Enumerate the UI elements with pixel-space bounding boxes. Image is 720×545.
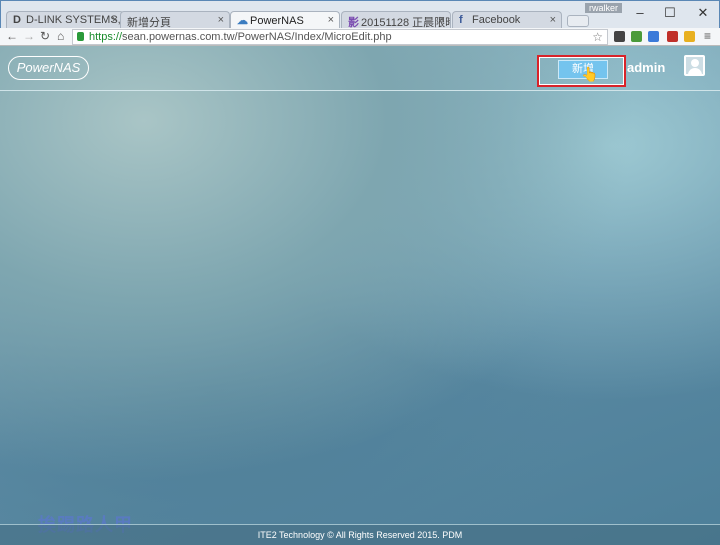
tab-label: Facebook bbox=[472, 14, 521, 26]
close-icon[interactable]: × bbox=[439, 14, 445, 26]
powernas-logo[interactable]: PowerNAS bbox=[8, 56, 89, 80]
browser-titlebar: D D-LINK SYSTEMS, I × 新增分頁 × ☁ PowerNAS × 影 20… bbox=[0, 0, 720, 29]
forward-icon[interactable]: → bbox=[23, 29, 35, 43]
facebook-icon: f bbox=[459, 14, 463, 26]
close-icon[interactable]: × bbox=[328, 14, 334, 26]
new-tab-button[interactable] bbox=[567, 15, 589, 27]
reload-icon[interactable]: ↻ bbox=[40, 29, 50, 43]
minimize-button[interactable]: – bbox=[626, 5, 654, 20]
tab-label: D-LINK SYSTEMS, I bbox=[26, 14, 124, 26]
footer: ITE2 Technology © All Rights Reserved 20… bbox=[0, 524, 720, 545]
tab-video[interactable]: 影 20151128 正晨限時 × bbox=[341, 11, 451, 29]
tab-dlink[interactable]: D D-LINK SYSTEMS, I × bbox=[6, 11, 124, 29]
close-window-button[interactable]: ✕ bbox=[689, 5, 717, 21]
profile-badge[interactable]: rwalker bbox=[585, 3, 623, 13]
bookmark-star-icon[interactable]: ☆ bbox=[592, 30, 603, 44]
browser-toolbar: ← → ↻ ⌂ https://sean.powernas.com.tw/Pow… bbox=[0, 28, 720, 46]
back-icon[interactable]: ← bbox=[6, 29, 18, 43]
hand-cursor-icon: 👆 bbox=[581, 66, 599, 82]
tab-powernas[interactable]: ☁ PowerNAS × bbox=[230, 11, 340, 29]
maximize-button[interactable]: ☐ bbox=[656, 5, 684, 21]
avatar-icon[interactable] bbox=[684, 55, 705, 76]
page-content: PowerNAS 新增 👆 admin 挨踢路人甲 ITE2 Technolog… bbox=[0, 46, 720, 545]
header-divider bbox=[0, 90, 720, 91]
dlink-icon: D bbox=[13, 14, 21, 26]
extension-icon[interactable] bbox=[684, 31, 695, 42]
tab-new[interactable]: 新增分頁 × bbox=[120, 11, 230, 29]
tab-facebook[interactable]: f Facebook × bbox=[452, 11, 562, 29]
close-icon[interactable]: × bbox=[112, 14, 118, 26]
tab-label: PowerNAS bbox=[250, 15, 304, 27]
close-icon[interactable]: × bbox=[550, 14, 556, 26]
address-bar[interactable]: https://sean.powernas.com.tw/PowerNAS/In… bbox=[72, 29, 608, 45]
extension-icon[interactable] bbox=[614, 31, 625, 42]
url-scheme: https:// bbox=[89, 31, 123, 43]
extension-icon[interactable] bbox=[631, 31, 642, 42]
close-icon[interactable]: × bbox=[218, 14, 224, 26]
url-text: sean.powernas.com.tw/PowerNAS/Index/Micr… bbox=[122, 31, 392, 43]
home-icon[interactable]: ⌂ bbox=[57, 29, 64, 43]
lock-icon bbox=[77, 32, 84, 41]
menu-icon[interactable]: ≡ bbox=[704, 29, 711, 43]
gmail-icon[interactable] bbox=[667, 31, 678, 42]
footer-text: ITE2 Technology © All Rights Reserved 20… bbox=[257, 530, 463, 540]
cloud-icon: ☁ bbox=[237, 15, 248, 27]
video-icon: 影 bbox=[348, 17, 359, 29]
username[interactable]: admin bbox=[627, 60, 665, 75]
translate-icon[interactable] bbox=[648, 31, 659, 42]
